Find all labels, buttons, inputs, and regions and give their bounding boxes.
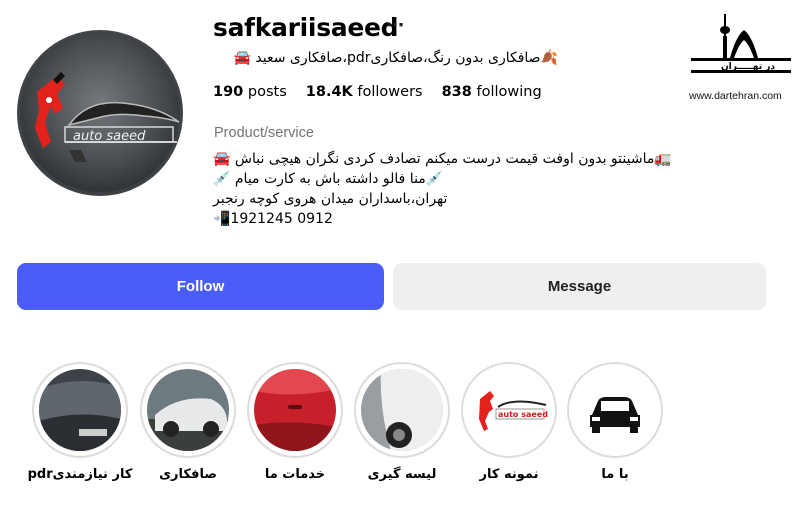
- car-hood-photo-icon: [39, 369, 121, 451]
- profile-avatar[interactable]: auto saeed: [17, 30, 183, 196]
- bio-line: 💉منا فالو داشته باش به کارت میام 💉: [213, 171, 444, 187]
- following-label: following: [476, 84, 542, 100]
- watermark-site: www.dartehran.com: [689, 90, 782, 102]
- story-highlight[interactable]: با ما: [567, 362, 663, 482]
- highlight-label: با ما: [601, 467, 629, 482]
- followers-label: followers: [357, 84, 423, 100]
- highlight-ring: [140, 362, 236, 458]
- car-side-photo-icon: [361, 369, 443, 451]
- bio-line: تهران،باسداران میدان هروی کوچه رنجبر: [213, 191, 448, 207]
- profile-stats: 190 posts 18.4K followers 838 following: [213, 84, 542, 100]
- story-highlight[interactable]: لیسه گیری: [354, 362, 450, 482]
- red-car-door-photo-icon: [254, 369, 336, 451]
- bio-line: 📲1921245 0912: [213, 211, 333, 227]
- posts-stat[interactable]: 190 posts: [213, 84, 287, 100]
- posts-label: posts: [247, 84, 287, 100]
- car-icon: [574, 369, 656, 451]
- bio-line: 🚛ماشینتو بدون اوفت قیمت درست میکنم تصادف…: [213, 151, 672, 167]
- tehran-skyline-icon: در تهـــــران: [691, 14, 791, 73]
- bio-text: 🚛ماشینتو بدون اوفت قیمت درست میکنم تصادف…: [213, 149, 705, 229]
- followers-count: 18.4K: [305, 84, 353, 100]
- followers-stat[interactable]: 18.4K followers: [306, 84, 423, 100]
- highlight-ring: [567, 362, 663, 458]
- dartehran-watermark: در تهـــــران www.dartehran.com: [686, 10, 794, 105]
- story-highlight[interactable]: صافکاری: [140, 362, 236, 482]
- following-stat[interactable]: 838 following: [442, 84, 542, 100]
- auto-saeed-logo-icon: auto saeed: [468, 369, 550, 451]
- message-button[interactable]: Message: [393, 263, 766, 310]
- more-options-icon[interactable]: ⋯: [386, 15, 404, 36]
- damaged-car-photo-icon: [147, 369, 229, 451]
- story-highlight[interactable]: خدمات ما: [247, 362, 343, 482]
- highlight-ring: [32, 362, 128, 458]
- auto-saeed-logo-icon: auto saeed: [20, 32, 180, 192]
- story-highlight[interactable]: auto saeed نمونه کار: [461, 362, 557, 482]
- profile-username: safkariisaeed: [213, 13, 399, 42]
- bio-headline: 🍂صافکاری بدون رنگ،صافکاریpdr،صافکاری سعی…: [233, 50, 558, 66]
- follow-button[interactable]: Follow: [17, 263, 384, 310]
- svg-text:در تهـــــران: در تهـــــران: [721, 62, 775, 72]
- posts-count: 190: [213, 84, 244, 100]
- following-count: 838: [441, 84, 472, 100]
- profile-category: Product/service: [214, 125, 314, 141]
- story-highlight[interactable]: کار نیازمندیpdr: [28, 362, 132, 482]
- svg-text:auto saeed: auto saeed: [73, 129, 146, 144]
- highlight-ring: [247, 362, 343, 458]
- highlight-ring: [354, 362, 450, 458]
- highlight-ring: auto saeed: [461, 362, 557, 458]
- svg-text:auto saeed: auto saeed: [498, 410, 548, 419]
